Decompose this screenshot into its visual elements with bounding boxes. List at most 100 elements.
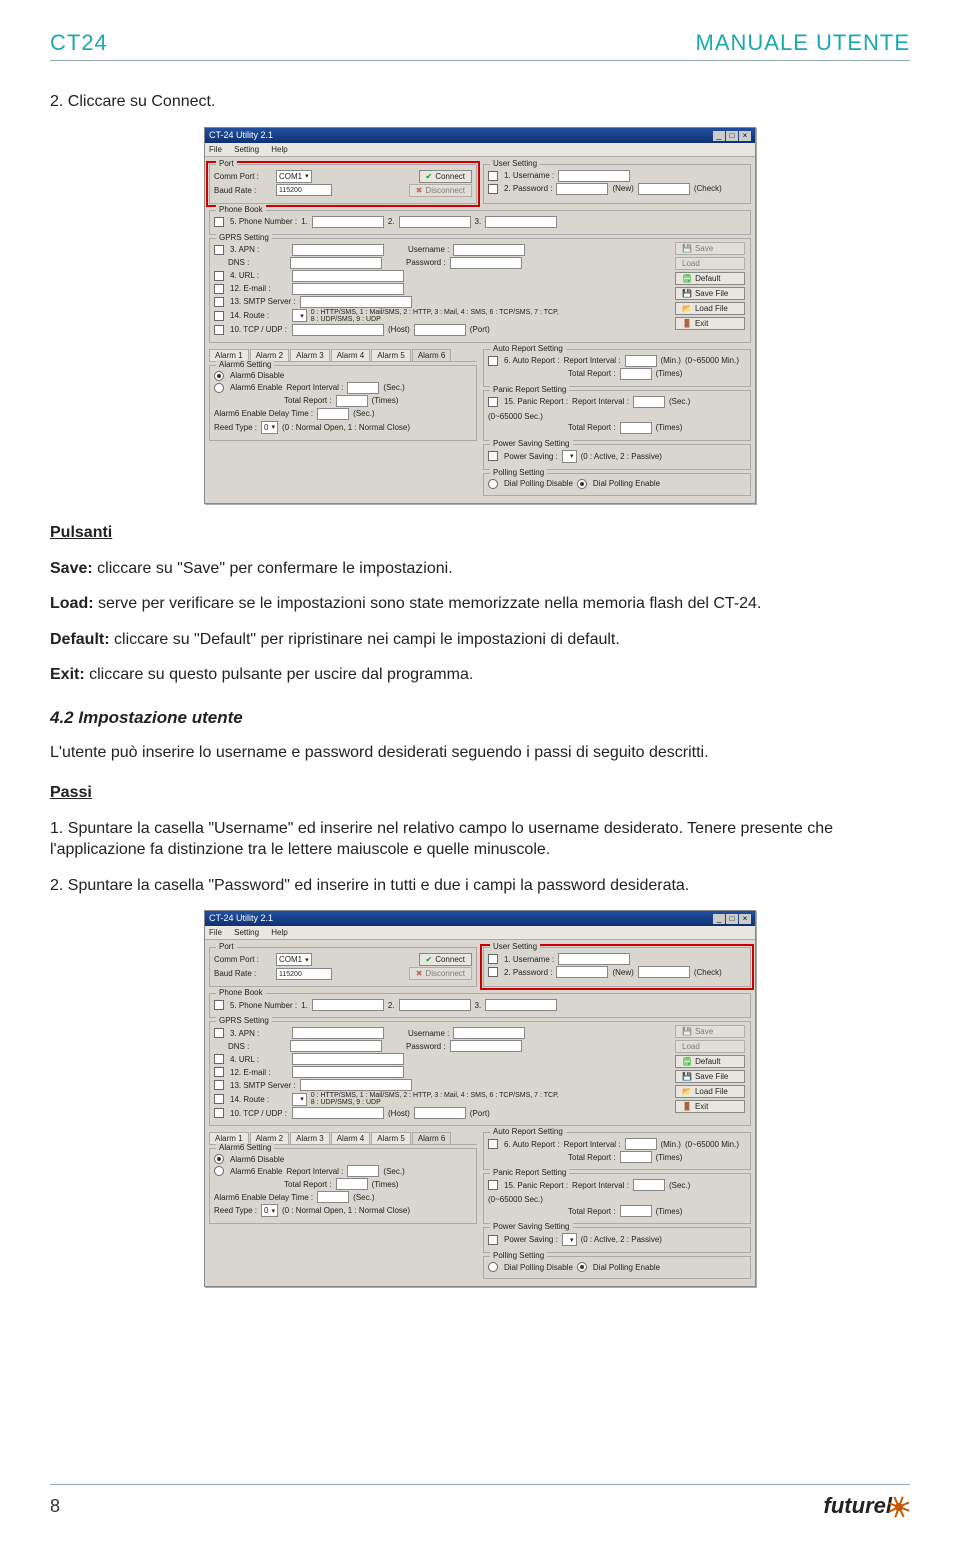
baud-input-2[interactable]: 115200 [276, 968, 332, 980]
password-new-input[interactable] [556, 183, 608, 195]
password-check-2[interactable] [488, 967, 498, 977]
window-buttons[interactable]: _□× [712, 130, 751, 141]
port-input-2[interactable] [414, 1107, 466, 1119]
url-input-2[interactable] [292, 1053, 404, 1065]
alarm-enable-radio[interactable] [214, 383, 224, 393]
username-input-2[interactable] [558, 953, 630, 965]
gprs-pass-input[interactable] [450, 257, 522, 269]
loadfile-button-2[interactable]: 📂Load File [675, 1085, 745, 1098]
url-check-2[interactable] [214, 1054, 224, 1064]
auto-tr-input-2[interactable] [620, 1151, 652, 1163]
exit-button[interactable]: 🚪Exit [675, 317, 745, 330]
phone2-input-2[interactable] [399, 999, 471, 1011]
tab-alarm6[interactable]: Alarm 6 [412, 349, 452, 361]
alarm-dly-input[interactable] [317, 408, 349, 420]
savefile-button-2[interactable]: 💾Save File [675, 1070, 745, 1083]
port-input[interactable] [414, 324, 466, 336]
email-input-2[interactable] [292, 1066, 404, 1078]
auto-check-2[interactable] [488, 1139, 498, 1149]
password-check-input[interactable] [638, 183, 690, 195]
menu-setting[interactable]: Setting [234, 145, 259, 154]
smtp-input-2[interactable] [300, 1079, 412, 1091]
power-check[interactable] [488, 451, 498, 461]
tab-alarm5-2[interactable]: Alarm 5 [371, 1132, 411, 1144]
tab-alarm4-2[interactable]: Alarm 4 [331, 1132, 371, 1144]
smtp-check-2[interactable] [214, 1080, 224, 1090]
exit-button-2[interactable]: 🚪Exit [675, 1100, 745, 1113]
tab-alarm3-2[interactable]: Alarm 3 [290, 1132, 330, 1144]
tcp-check-2[interactable] [214, 1108, 224, 1118]
menubar-2[interactable]: File Setting Help [205, 926, 755, 940]
smtp-input[interactable] [300, 296, 412, 308]
poll-enable-radio-2[interactable] [577, 1262, 587, 1272]
route-select-2[interactable] [292, 1093, 307, 1106]
menu-setting-2[interactable]: Setting [234, 928, 259, 937]
connect-button[interactable]: ✔Connect [419, 170, 473, 183]
auto-check[interactable] [488, 356, 498, 366]
savefile-button[interactable]: 💾Save File [675, 287, 745, 300]
host-input-2[interactable] [292, 1107, 384, 1119]
password-new-input-2[interactable] [556, 966, 608, 978]
phone1-input-2[interactable] [312, 999, 384, 1011]
smtp-check[interactable] [214, 297, 224, 307]
menu-help[interactable]: Help [271, 145, 287, 154]
url-input[interactable] [292, 270, 404, 282]
alarm-enable-radio-2[interactable] [214, 1166, 224, 1176]
gprs-user-input-2[interactable] [453, 1027, 525, 1039]
comm-select[interactable]: COM1 [276, 170, 312, 183]
reed-select[interactable]: 0 [261, 421, 278, 434]
phone3-input[interactable] [485, 216, 557, 228]
alarm-disable-radio[interactable] [214, 371, 224, 381]
dns-input[interactable] [290, 257, 382, 269]
poll-disable-radio[interactable] [488, 479, 498, 489]
alarm-tr-input[interactable] [336, 395, 368, 407]
panic-check[interactable] [488, 397, 498, 407]
username-check[interactable] [488, 171, 498, 181]
window-buttons-2[interactable]: _□× [712, 913, 751, 924]
panic-ri-input[interactable] [633, 396, 665, 408]
apn-check-2[interactable] [214, 1028, 224, 1038]
alarm-tr-input-2[interactable] [336, 1178, 368, 1190]
poll-enable-radio[interactable] [577, 479, 587, 489]
phone1-input[interactable] [312, 216, 384, 228]
route-select[interactable] [292, 309, 307, 322]
username-check-2[interactable] [488, 954, 498, 964]
phone2-input[interactable] [399, 216, 471, 228]
email-input[interactable] [292, 283, 404, 295]
connect-button-2[interactable]: ✔Connect [419, 953, 473, 966]
auto-tr-input[interactable] [620, 368, 652, 380]
power-select[interactable] [562, 450, 577, 463]
apn-check[interactable] [214, 245, 224, 255]
email-check-2[interactable] [214, 1067, 224, 1077]
menu-file-2[interactable]: File [209, 928, 222, 937]
power-select-2[interactable] [562, 1233, 577, 1246]
dns-input-2[interactable] [290, 1040, 382, 1052]
auto-ri-input[interactable] [625, 355, 657, 367]
default-button[interactable]: 🗒Default [675, 272, 745, 285]
route-check[interactable] [214, 311, 224, 321]
tab-alarm6-2[interactable]: Alarm 6 [412, 1132, 452, 1144]
loadfile-button[interactable]: 📂Load File [675, 302, 745, 315]
apn-input[interactable] [292, 244, 384, 256]
default-button-2[interactable]: 🗒Default [675, 1055, 745, 1068]
menu-file[interactable]: File [209, 145, 222, 154]
tab-alarm3[interactable]: Alarm 3 [290, 349, 330, 361]
apn-input-2[interactable] [292, 1027, 384, 1039]
username-input[interactable] [558, 170, 630, 182]
panic-check-2[interactable] [488, 1180, 498, 1190]
reed-select-2[interactable]: 0 [261, 1204, 278, 1217]
host-input[interactable] [292, 324, 384, 336]
poll-disable-radio-2[interactable] [488, 1262, 498, 1272]
phone-check-2[interactable] [214, 1000, 224, 1010]
baud-input[interactable]: 115200 [276, 184, 332, 196]
power-check-2[interactable] [488, 1235, 498, 1245]
panic-ri-input-2[interactable] [633, 1179, 665, 1191]
email-check[interactable] [214, 284, 224, 294]
alarm-ri-input-2[interactable] [347, 1165, 379, 1177]
url-check[interactable] [214, 271, 224, 281]
menubar[interactable]: File Setting Help [205, 143, 755, 157]
alarm-ri-input[interactable] [347, 382, 379, 394]
tab-alarm4[interactable]: Alarm 4 [331, 349, 371, 361]
auto-ri-input-2[interactable] [625, 1138, 657, 1150]
password-check-input-2[interactable] [638, 966, 690, 978]
